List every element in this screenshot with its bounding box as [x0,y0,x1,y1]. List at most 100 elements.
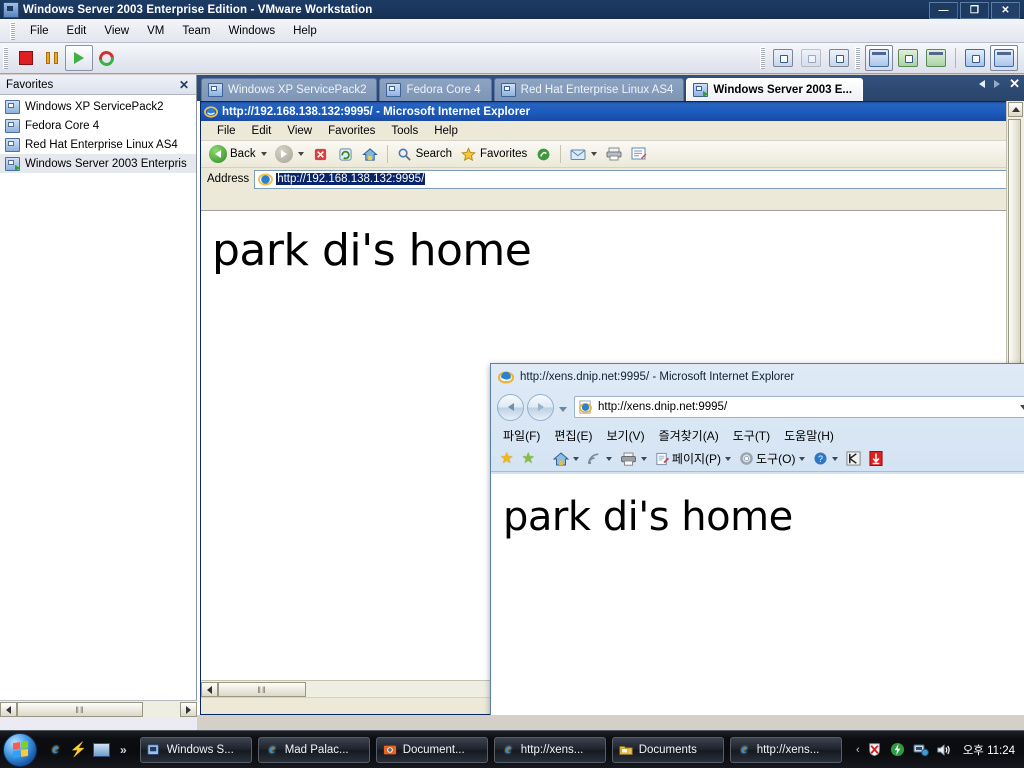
ie6-menu-file[interactable]: File [209,124,244,138]
addon-k-button[interactable] [843,448,864,470]
menu-windows[interactable]: Windows [219,23,284,39]
scroll-left-button[interactable] [0,702,17,717]
close-button[interactable]: ✕ [991,2,1020,19]
toolbar-grip-3[interactable] [855,47,860,69]
taskbar-button-windows-s[interactable]: Windows S... [139,736,252,763]
chevron-down-icon[interactable] [1020,404,1024,410]
ie6-menu-view[interactable]: View [279,124,320,138]
toolbar-grip[interactable] [3,47,8,69]
tab-close-icon[interactable]: ✕ [1009,77,1020,90]
menu-grip[interactable] [10,21,15,40]
edit-button[interactable] [627,143,650,165]
ie6-menu-edit[interactable]: Edit [244,124,280,138]
menu-help[interactable]: Help [284,23,326,39]
chevron-down-icon[interactable] [605,456,612,461]
tray-expand-icon[interactable]: ‹ [856,744,860,756]
taskbar-button-xens-1[interactable]: e http://xens... [493,736,606,763]
toolbar-grip-2[interactable] [760,47,765,69]
print-button[interactable] [602,143,625,165]
power-off-button[interactable] [13,46,39,70]
ie6-menu-tools[interactable]: Tools [383,124,426,138]
back-button[interactable] [497,393,524,421]
favorites-center-button[interactable]: ★ [497,448,516,470]
scroll-left-button[interactable] [201,682,218,697]
chevron-down-icon[interactable] [725,456,732,461]
volume-icon[interactable] [936,742,952,758]
taskbar-button-document[interactable]: Document... [375,736,488,763]
restore-button[interactable]: ❐ [960,2,989,19]
ie6-menu-favorites[interactable]: Favorites [320,124,383,138]
favorites-button[interactable]: Favorites [457,143,530,165]
address-input[interactable]: http://192.168.138.132:9995/ [254,169,1008,189]
home-button[interactable] [550,448,582,470]
ie7-menu-favorites[interactable]: 즐겨찾기(A) [659,427,719,444]
internet-explorer-icon[interactable]: e [47,741,64,758]
vm-settings-button[interactable] [962,46,988,70]
start-button[interactable] [3,732,37,767]
stop-button[interactable] [309,143,332,165]
menu-view[interactable]: View [95,23,138,39]
favorite-item-winxp[interactable]: Windows XP ServicePack2 [0,97,196,116]
snapshot-button[interactable] [770,46,796,70]
revert-snapshot-button[interactable] [798,46,824,70]
ie7-menu-edit[interactable]: 편집(E) [554,427,592,444]
chevron-down-icon[interactable] [591,152,598,156]
suspend-button[interactable] [39,46,65,70]
ie6-menu-help[interactable]: Help [426,124,466,138]
close-icon[interactable]: ✕ [176,78,192,92]
network-icon[interactable] [913,742,929,758]
forward-button[interactable] [272,143,307,165]
recent-pages-icon[interactable] [559,406,567,412]
ie7-menu-tools[interactable]: 도구(T) [733,427,770,444]
menu-team[interactable]: Team [173,23,219,39]
tab-prev-icon[interactable] [979,80,986,88]
taskbar-button-xens-2[interactable]: e http://xens... [729,736,842,763]
vm-tab-fedora[interactable]: Fedora Core 4 [379,78,492,101]
scroll-thumb[interactable]: ‖‖ [218,682,306,697]
taskbar-button-documents[interactable]: Documents [611,736,724,763]
scroll-right-button[interactable] [180,702,197,717]
refresh-button[interactable] [334,143,357,165]
flash-icon[interactable]: ⚡ [70,741,87,758]
chevron-down-icon[interactable] [260,152,267,156]
add-to-favorites-button[interactable]: ★ [518,448,537,470]
favorite-item-fedora[interactable]: Fedora Core 4 [0,116,196,135]
chevron-down-icon[interactable] [572,456,579,461]
show-sidebar-button[interactable] [865,45,893,71]
ie7-menu-view[interactable]: 보기(V) [606,427,644,444]
reset-button[interactable] [93,46,119,70]
tab-next-icon[interactable] [994,80,1001,88]
feeds-button[interactable] [584,448,615,470]
favorite-item-redhat[interactable]: Red Hat Enterprise Linux AS4 [0,135,196,154]
chevron-down-icon[interactable] [640,456,647,461]
ie7-menu-file[interactable]: 파일(F) [503,427,540,444]
sidebar-hscrollbar[interactable]: ‖‖ [0,700,197,718]
minimize-button[interactable]: — [929,2,958,19]
security-icon[interactable] [890,742,906,758]
ie7-address-input[interactable]: http://xens.dnip.net:9995/ [574,396,1024,418]
tools-menu-button[interactable]: 도구(O) [736,448,808,470]
search-button[interactable]: Search [393,143,455,165]
scroll-up-button[interactable] [1008,102,1023,117]
summary-view-button[interactable] [990,45,1018,71]
mail-button[interactable] [566,143,600,165]
back-button[interactable]: Back [206,143,270,165]
scroll-thumb[interactable]: ‖‖ [17,702,143,717]
taskbar-clock[interactable]: 오후 11:24 [963,742,1015,758]
addon-red-button[interactable] [866,448,886,470]
ie7-address-value[interactable]: http://xens.dnip.net:9995/ [598,401,1020,413]
full-screen-button[interactable] [923,46,949,70]
media-button[interactable] [532,143,555,165]
vm-tab-winxp[interactable]: Windows XP ServicePack2 [201,78,378,101]
antivirus-icon[interactable] [867,742,883,758]
chevron-down-icon[interactable] [799,456,806,461]
ie7-menu-help[interactable]: 도움말(H) [784,427,834,444]
help-menu-button[interactable]: ? [810,448,841,470]
page-menu-button[interactable]: 페이지(P) [652,448,734,470]
quick-switch-button[interactable] [895,46,921,70]
forward-button[interactable] [527,393,554,421]
print-button[interactable] [617,448,650,470]
favorite-item-win2003[interactable]: Windows Server 2003 Enterpris [0,154,196,173]
menu-edit[interactable]: Edit [58,23,96,39]
menu-file[interactable]: File [21,23,58,39]
